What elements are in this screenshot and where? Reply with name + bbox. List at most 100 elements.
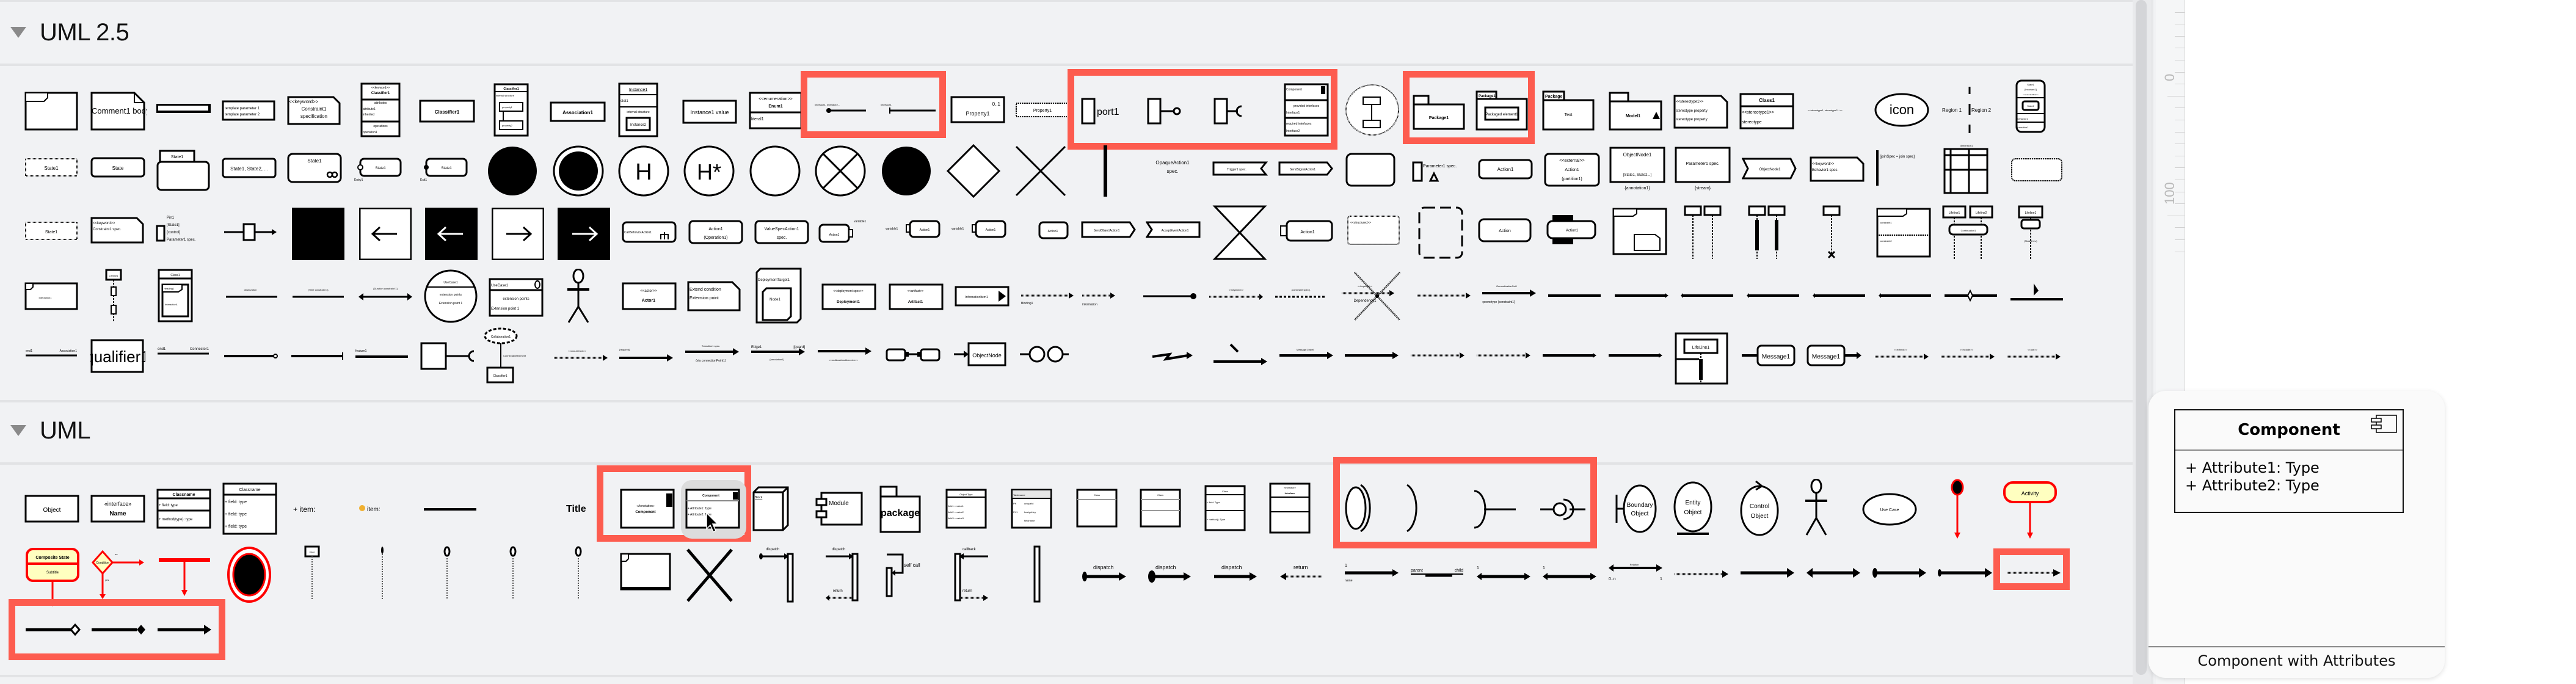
shape-class-members[interactable]: Class + field: Type + method(): Type [1204,485,1247,531]
shape-state-exit[interactable]: State1 Exit1 [420,158,471,182]
shape-terminate-circle[interactable] [813,144,867,198]
shape-message-lost[interactable] [1212,342,1268,366]
shape-pin-flow[interactable] [223,222,278,242]
shape-value-spec-action[interactable]: ValueSpecAction1 spec. [754,220,809,246]
shape-final-red[interactable] [225,545,274,604]
shape-object-node-flow[interactable]: ObjectNode [953,342,1009,366]
shape-package-text[interactable]: Package Text [1542,90,1595,132]
shape-interface[interactable]: «interface» Name [90,495,147,523]
shape-instance-value[interactable]: Instance1 value [682,100,737,124]
shape-multicast[interactable]: <<multicast/multireceive>> [817,344,873,365]
shape-property-dashed[interactable]: Property1 [1015,102,1070,118]
shape-join-spec[interactable]: {joinSpec = join spec} [1875,149,1931,187]
shape-class-empty-2[interactable]: Class [1140,489,1182,529]
shape-hourglass[interactable] [1212,205,1267,260]
shape-extend-arrow[interactable]: <<extend>> [1874,346,1930,362]
shape-activity-red[interactable]: Activity [2002,480,2058,541]
shape-callback[interactable]: callback return [954,545,991,604]
shape-uses-arrow[interactable]: Uses [1739,564,1794,583]
shape-composite-state[interactable]: Composite State Subtitle [24,547,81,608]
shape-classifier-full[interactable]: <<keyword>> Classifier1 attributes attri… [360,82,402,137]
shape-deployment-target[interactable]: DeploymentTarget1 Node1 [755,267,803,324]
shape-expansion-region[interactable] [1417,205,1464,260]
shape-lifelines-activation[interactable] [1747,205,1789,260]
shape-package-element[interactable]: Package1 Packaged element1 [1475,90,1528,132]
shape-observation[interactable]: observation [225,287,280,302]
shape-line-left-arrow[interactable] [1679,289,1736,302]
shape-state-dashed-2[interactable]: State1 [24,221,78,242]
shape-send-signal[interactable]: SendSignalAction1 [1278,161,1334,177]
shape-sync-message[interactable] [1344,349,1400,362]
shape-collaboration[interactable]: Collaboration1 ConnectableElement Classi… [484,327,540,385]
shape-dispatch-msg-2[interactable]: dispatch [1147,562,1196,586]
shape-list-item[interactable]: + item: [292,501,341,519]
shape-module[interactable]: Module [815,492,864,526]
shape-reply-message-2[interactable] [1475,349,1532,362]
shape-frame-uml[interactable] [620,553,672,593]
shape-async-message-2[interactable] [1607,349,1664,362]
shape-stereotype[interactable]: <<stereotype1>> stereotype property ster… [1673,95,1730,130]
shape-initial-node-red[interactable] [1948,479,1967,540]
shape-property[interactable]: 0..1 Property1 [950,96,1005,123]
shape-constraint[interactable]: <<keyword>> Constraint1 specification [287,96,342,126]
shape-use-case[interactable]: Use Case [1861,492,1918,526]
shape-lifeline[interactable]: Lifeline1 [105,269,123,324]
shape-required-arrow[interactable]: {required} [618,346,674,364]
shapes-scrollbar-thumb[interactable] [2136,0,2147,675]
shape-constraint-dashed[interactable]: {constraint spec.} [1274,286,1330,304]
shape-provided-interface[interactable]: Interface1, Interface2... [812,101,867,116]
shape-async-message[interactable] [1541,349,1598,362]
shape-interaction[interactable]: Interaction1 [24,282,79,310]
shape-attribute-structure[interactable] [156,104,211,114]
shape-keyword-dependency[interactable]: <<keyword>> [1208,286,1264,304]
shape-terminate[interactable] [1014,144,1068,198]
shape-required-interface[interactable]: Interface1 [879,101,937,116]
shape-lifeline-thin[interactable] [376,545,388,600]
shape-fork-red[interactable] [156,550,213,598]
shape-action-partition[interactable]: <<external>> Action1 (partition1) [1544,153,1600,187]
shape-class-3section[interactable]: Classname + field: type + method(type): … [156,489,213,529]
shape-provided-required-iface[interactable] [1344,482,1374,535]
shape-junction[interactable] [879,144,933,198]
shape-actor-uml[interactable] [1803,479,1830,537]
shape-lost-message[interactable]: Message1 [1806,343,1863,368]
shape-self-call[interactable]: self call [886,550,934,598]
section-header-uml25[interactable]: UML 2.5 [0,5,2133,60]
shape-destroy-x[interactable] [684,547,735,603]
shape-action-pins[interactable]: Action1 [1544,214,1600,246]
shape-icon-ellipse[interactable]: icon [1874,92,1930,128]
shape-parent-child[interactable]: parent child [1410,562,1464,586]
shape-dispatch-msg-3[interactable]: dispatch [1213,562,1262,586]
shape-choice-circle[interactable] [748,144,802,198]
shape-activation-bar[interactable] [1033,545,1042,604]
shape-directed-arrow[interactable] [156,622,213,638]
shape-artifact[interactable]: <<artifact>> Artifact1 [889,283,945,311]
shape-composition-arrow[interactable] [90,622,147,638]
shape-table[interactable]: Tablename PK uniqueId FK1 foreignKey fie… [1011,489,1053,529]
shape-continuation[interactable]: Lifeline1 Lifeline2 Continuation1 [1941,205,1996,260]
shape-call-behavior[interactable]: CallBehaviorAction1 [622,221,678,244]
shape-pin[interactable]: Pin1 [State1] {control} Parameter1 spec. [156,214,212,250]
shape-dispatch-activation[interactable]: dispatch [759,545,796,604]
shape-dotted-arrow-uml[interactable] [2006,564,2061,583]
shape-line-left-arrow-3[interactable] [1811,289,1868,302]
shape-interaction-frame[interactable] [1612,208,1667,256]
shape-send-object[interactable]: SendObjectAction1 [1081,221,1137,239]
shape-association-1[interactable]: 1 name [1344,559,1399,588]
shape-dotted-arrow[interactable] [1416,289,1472,302]
shape-parameter-stream[interactable]: Parameter1 spec. {stream} [1675,147,1732,191]
shape-boundary-object[interactable]: Boundary Object [1615,482,1659,535]
shape-usecase-extension[interactable]: UseCase1 extension points Extension poin… [423,269,478,324]
shape-constraint-2[interactable]: <<keyword>> Constraint1 spec. [90,217,145,245]
shape-diamond-arrow[interactable] [1871,564,1926,583]
collapse-triangle-icon[interactable] [10,425,26,436]
shape-annotation-component[interactable]: «Annotation» Component [620,489,676,529]
shape-expansion-black[interactable] [292,208,344,260]
shape-state-tab[interactable]: State1 [156,150,211,192]
shape-line-left-arrow-2[interactable] [1745,289,1802,302]
shape-lifeline-frame[interactable]: LifeLine1 [1675,332,1728,385]
shape-feature[interactable]: feature1 [354,347,410,363]
shape-double-arrow[interactable] [1805,564,1860,583]
shape-frame[interactable] [24,92,79,131]
shape-aggregation-arrow[interactable] [24,622,81,638]
